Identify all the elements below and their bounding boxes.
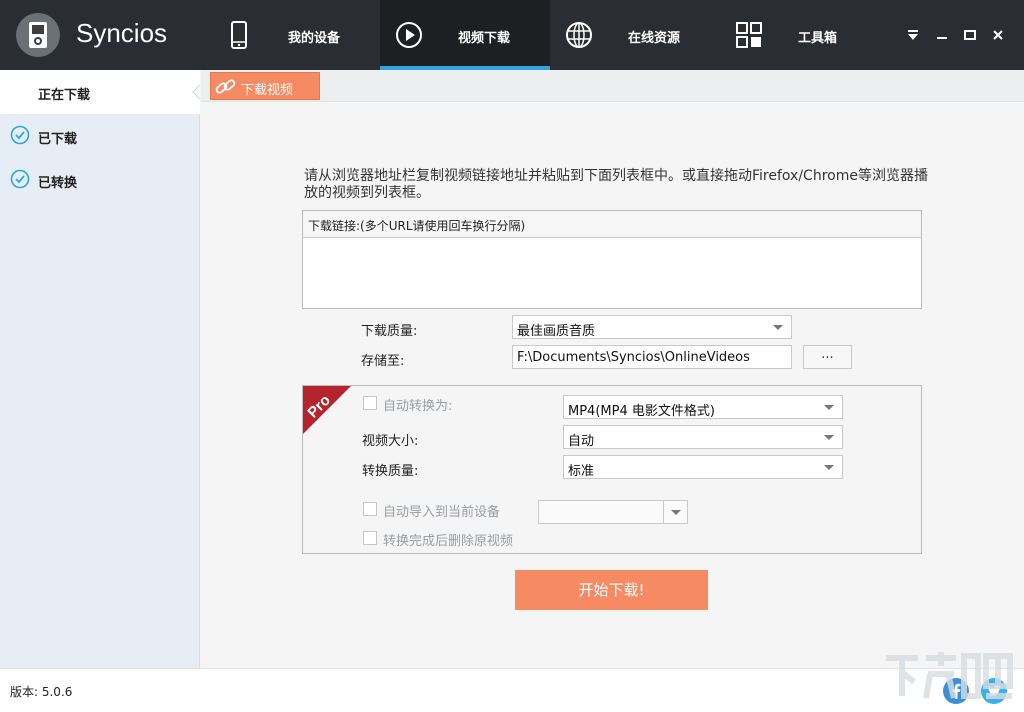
instruction-text: 请从浏览器地址栏复制视频链接地址并粘贴到下面列表框中。或直接拖动Firefox/… bbox=[304, 168, 928, 201]
quality-label: 下载质量: bbox=[361, 324, 418, 339]
quality-select[interactable]: 最佳画质音质 bbox=[512, 315, 792, 339]
chevron-down-icon bbox=[824, 405, 834, 410]
chevron-down-icon bbox=[824, 435, 834, 440]
chevron-down-icon bbox=[663, 501, 687, 523]
tab-label: 下载视频 bbox=[241, 83, 294, 98]
save-path-input[interactable] bbox=[512, 345, 792, 369]
link-icon bbox=[215, 79, 236, 94]
video-size-value: 自动 bbox=[568, 434, 595, 449]
tab-label: 在线资源 bbox=[628, 31, 681, 46]
active-indicator-icon bbox=[192, 84, 201, 100]
convert-quality-label: 转换质量: bbox=[362, 464, 419, 479]
convert-quality-value: 标准 bbox=[568, 464, 595, 479]
sidebar-item-converted[interactable]: 已转换 bbox=[0, 158, 200, 202]
maximize-icon[interactable] bbox=[961, 26, 979, 44]
sub-tab-bar: 下载视频 bbox=[201, 70, 1024, 102]
watermark-logo bbox=[886, 652, 1013, 699]
format-select-value: MP4(MP4 电影文件格式) bbox=[568, 404, 715, 419]
tab-label: 我的设备 bbox=[288, 31, 341, 46]
url-list-box: 下载链接:(多个URL请使用回车换行分隔) bbox=[302, 210, 922, 309]
check-circle-icon bbox=[10, 169, 30, 189]
play-circle-icon bbox=[396, 22, 422, 48]
auto-convert-checkbox[interactable] bbox=[363, 396, 377, 410]
top-bar: Syncios 我的设备 视频下载 在线资源 工具箱 bbox=[0, 0, 1024, 70]
format-select[interactable]: MP4(MP4 电影文件格式) bbox=[563, 395, 843, 419]
auto-import-label: 自动导入到当前设备 bbox=[383, 505, 501, 520]
tab-label: 视频下载 bbox=[458, 31, 511, 46]
tab-video-download[interactable]: 视频下载 bbox=[380, 0, 550, 70]
close-icon[interactable] bbox=[989, 26, 1007, 44]
save-to-label: 存储至: bbox=[361, 354, 405, 369]
grid-icon bbox=[736, 22, 762, 48]
pro-badge: Pro bbox=[303, 386, 351, 434]
sidebar: 正在下载 已下载 已转换 bbox=[0, 70, 200, 668]
auto-import-checkbox[interactable] bbox=[363, 502, 377, 516]
tab-toolbox[interactable]: 工具箱 bbox=[720, 0, 890, 70]
footer: 版本: 5.0.6 bbox=[0, 668, 1024, 712]
auto-convert-label: 自动转换为: bbox=[383, 399, 453, 414]
url-input[interactable] bbox=[303, 238, 921, 308]
dropdown-menu-icon[interactable] bbox=[904, 26, 922, 44]
tab-online-resources[interactable]: 在线资源 bbox=[550, 0, 720, 70]
syncios-logo-icon bbox=[16, 13, 60, 57]
video-size-select[interactable]: 自动 bbox=[563, 425, 843, 449]
app-title: Syncios bbox=[76, 18, 168, 48]
delete-original-checkbox[interactable] bbox=[363, 531, 377, 545]
device-select[interactable] bbox=[538, 500, 688, 524]
sidebar-item-label: 已下载 bbox=[38, 132, 78, 147]
sidebar-item-label: 已转换 bbox=[38, 176, 78, 191]
start-download-button[interactable]: 开始下载! bbox=[515, 570, 708, 610]
globe-icon bbox=[566, 22, 592, 48]
delete-original-label: 转换完成后删除原视频 bbox=[383, 534, 514, 549]
sidebar-item-downloading[interactable]: 正在下载 bbox=[0, 70, 200, 114]
main-panel: 下载视频 请从浏览器地址栏复制视频链接地址并粘贴到下面列表框中。或直接拖动Fir… bbox=[201, 70, 1024, 668]
browse-button[interactable]: ... bbox=[803, 345, 852, 369]
tab-my-device[interactable]: 我的设备 bbox=[210, 0, 380, 70]
video-size-label: 视频大小: bbox=[362, 434, 419, 449]
pro-options-panel: Pro 自动转换为: MP4(MP4 电影文件格式) 视频大小: 自动 转换质量… bbox=[302, 385, 922, 554]
minimize-icon[interactable] bbox=[933, 26, 951, 44]
convert-quality-select[interactable]: 标准 bbox=[563, 455, 843, 479]
tab-label: 工具箱 bbox=[798, 31, 838, 46]
phone-icon bbox=[231, 21, 247, 49]
quality-select-value: 最佳画质音质 bbox=[517, 324, 596, 339]
version-label: 版本: 5.0.6 bbox=[10, 685, 73, 699]
check-circle-icon bbox=[10, 125, 30, 145]
url-header-label: 下载链接:(多个URL请使用回车换行分隔) bbox=[308, 219, 526, 233]
url-header: 下载链接:(多个URL请使用回车换行分隔) bbox=[303, 211, 921, 238]
sidebar-item-label: 正在下载 bbox=[38, 88, 91, 103]
tab-download-video[interactable]: 下载视频 bbox=[210, 72, 320, 100]
chevron-down-icon bbox=[773, 325, 783, 330]
sidebar-item-downloaded[interactable]: 已下载 bbox=[0, 114, 200, 158]
chevron-down-icon bbox=[824, 465, 834, 470]
